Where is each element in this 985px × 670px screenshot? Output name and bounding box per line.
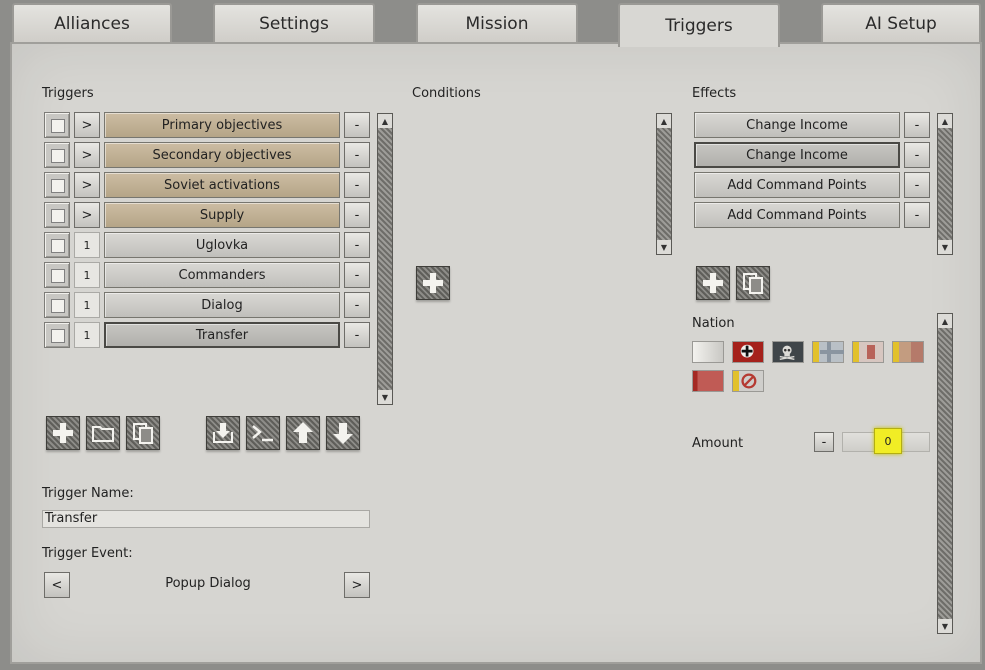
triggers-heading: Triggers (42, 86, 94, 101)
yellow-tan-flag[interactable] (892, 341, 924, 363)
trigger-name-label: Trigger Name: (42, 486, 134, 501)
expand-group-button[interactable]: > (74, 112, 100, 138)
yellow-grey-flag[interactable] (812, 341, 844, 363)
remove-trigger-button[interactable]: - (344, 202, 370, 228)
copy-icon (743, 273, 763, 294)
blank-flag[interactable] (692, 341, 724, 363)
move-up-button[interactable] (286, 416, 320, 450)
effects-heading: Effects (692, 86, 737, 101)
trigger-item[interactable]: Commanders (104, 262, 340, 288)
trigger-enable-checkbox[interactable] (44, 202, 70, 228)
skull-flag[interactable] (772, 341, 804, 363)
amount-decrease-button[interactable]: - (814, 432, 834, 452)
add-effect-button[interactable] (696, 266, 730, 300)
remove-effect-button[interactable]: - (904, 142, 930, 168)
trigger-enable-checkbox[interactable] (44, 262, 70, 288)
yellow-red-flag[interactable] (852, 341, 884, 363)
remove-trigger-button[interactable]: - (344, 262, 370, 288)
expand-group-button[interactable]: > (74, 142, 100, 168)
effect-item[interactable]: Add Command Points (694, 202, 900, 228)
move-down-button[interactable] (326, 416, 360, 450)
move-up-icon (293, 422, 313, 443)
scroll-down-icon[interactable]: ▼ (938, 619, 952, 633)
trigger-enable-checkbox[interactable] (44, 142, 70, 168)
copy-effect-button[interactable] (736, 266, 770, 300)
move-down-icon (333, 423, 353, 444)
remove-effect-button[interactable]: - (904, 202, 930, 228)
trigger-enable-checkbox[interactable] (44, 172, 70, 198)
red-flag[interactable] (692, 370, 724, 392)
remove-trigger-button[interactable]: - (344, 172, 370, 198)
conditions-heading: Conditions (412, 86, 481, 101)
import-icon (213, 423, 233, 443)
trigger-item[interactable]: Uglovka (104, 232, 340, 258)
trigger-event-label: Trigger Event: (42, 546, 133, 561)
folder-icon (92, 426, 114, 442)
scroll-up-icon[interactable]: ▲ (938, 314, 952, 328)
effect-item-selected[interactable]: Change Income (694, 142, 900, 168)
remove-trigger-button[interactable]: - (344, 322, 370, 348)
none-flag[interactable] (732, 370, 764, 392)
scroll-down-icon[interactable]: ▼ (378, 390, 392, 404)
prohibit-icon (741, 373, 757, 389)
import-button[interactable] (206, 416, 240, 450)
scroll-up-icon[interactable]: ▲ (657, 114, 671, 128)
trigger-count: 1 (74, 232, 100, 258)
console-button[interactable] (246, 416, 280, 450)
trigger-enable-checkbox[interactable] (44, 292, 70, 318)
trigger-group-item[interactable]: Primary objectives (104, 112, 340, 138)
expand-group-button[interactable]: > (74, 172, 100, 198)
remove-trigger-button[interactable]: - (344, 232, 370, 258)
add-icon (53, 423, 73, 443)
trigger-count: 1 (74, 292, 100, 318)
trigger-enable-checkbox[interactable] (44, 112, 70, 138)
scroll-down-icon[interactable]: ▼ (938, 240, 952, 254)
trigger-enable-checkbox[interactable] (44, 322, 70, 348)
nation-heading: Nation (692, 316, 735, 331)
trigger-name-input[interactable]: Transfer (42, 510, 370, 528)
trigger-event-value: Popup Dialog (165, 576, 251, 591)
remove-effect-button[interactable]: - (904, 112, 930, 138)
scroll-up-icon[interactable]: ▲ (378, 114, 392, 128)
effect-item[interactable]: Add Command Points (694, 172, 900, 198)
scroll-down-icon[interactable]: ▼ (657, 240, 671, 254)
add-icon (423, 273, 443, 293)
add-condition-button[interactable] (416, 266, 450, 300)
event-next-button[interactable]: > (344, 572, 370, 598)
effects-scrollbar[interactable]: ▲ ▼ (937, 113, 953, 255)
remove-effect-button[interactable]: - (904, 172, 930, 198)
event-prev-button[interactable]: < (44, 572, 70, 598)
add-folder-button[interactable] (86, 416, 120, 450)
trigger-group-item[interactable]: Soviet activations (104, 172, 340, 198)
trigger-item[interactable]: Dialog (104, 292, 340, 318)
triggers-scrollbar[interactable]: ▲ ▼ (377, 113, 393, 405)
add-trigger-button[interactable] (46, 416, 80, 450)
remove-trigger-button[interactable]: - (344, 112, 370, 138)
germany-flag[interactable] (732, 341, 764, 363)
add-icon (703, 273, 723, 293)
trigger-enable-checkbox[interactable] (44, 232, 70, 258)
trigger-group-item[interactable]: Secondary objectives (104, 142, 340, 168)
effect-item[interactable]: Change Income (694, 112, 900, 138)
copy-icon (133, 423, 153, 444)
trigger-count: 1 (74, 262, 100, 288)
amount-label: Amount (692, 436, 744, 451)
copy-trigger-button[interactable] (126, 416, 160, 450)
trigger-count: 1 (74, 322, 100, 348)
amount-slider-handle[interactable]: 0 (874, 428, 902, 454)
nation-scrollbar[interactable]: ▲ ▼ (937, 313, 953, 634)
remove-trigger-button[interactable]: - (344, 142, 370, 168)
console-icon (252, 425, 273, 442)
scroll-up-icon[interactable]: ▲ (938, 114, 952, 128)
trigger-group-item[interactable]: Supply (104, 202, 340, 228)
remove-trigger-button[interactable]: - (344, 292, 370, 318)
trigger-item-selected[interactable]: Transfer (104, 322, 340, 348)
expand-group-button[interactable]: > (74, 202, 100, 228)
effects-left-scrollbar[interactable]: ▲ ▼ (656, 113, 672, 255)
